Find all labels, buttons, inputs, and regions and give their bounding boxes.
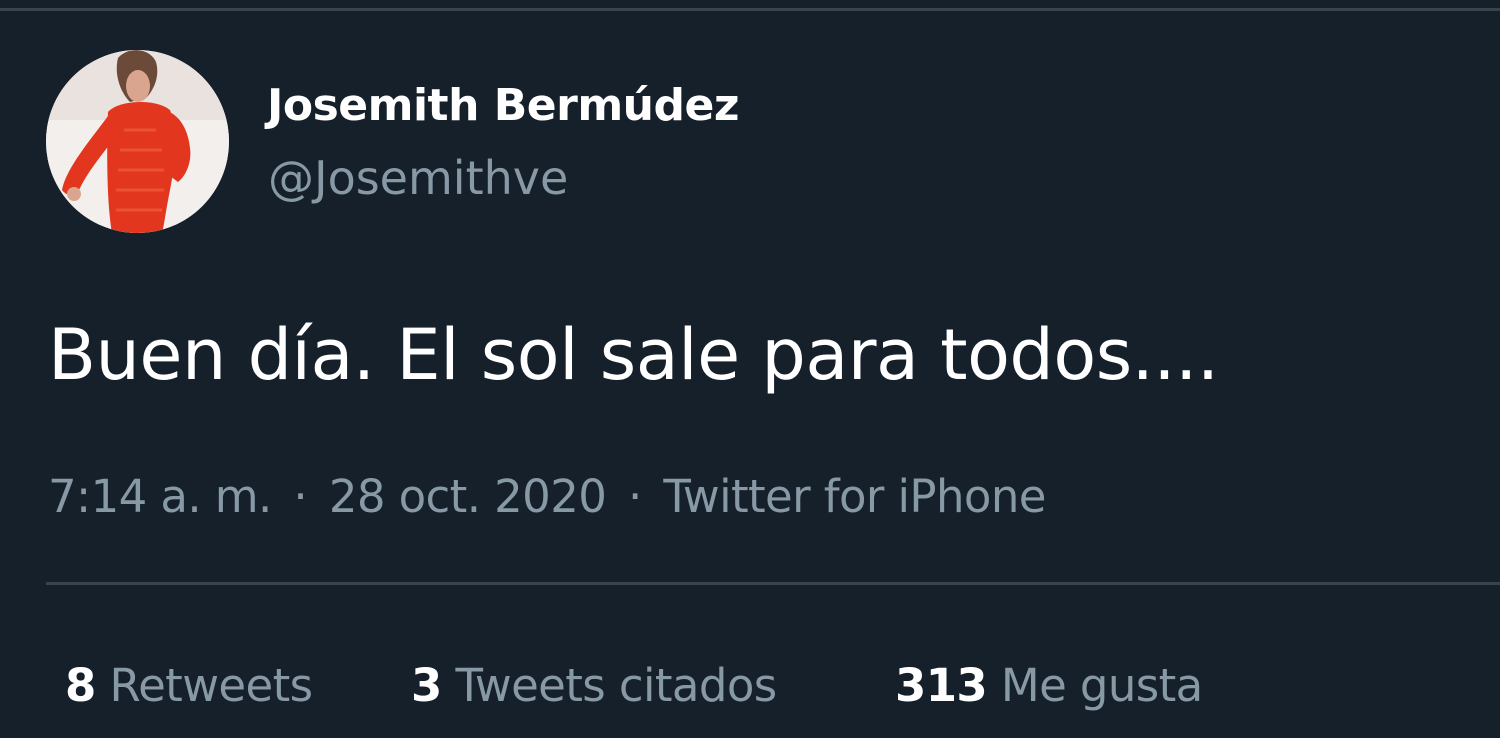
likes-label: Me gusta bbox=[1000, 659, 1203, 712]
avatar[interactable] bbox=[46, 50, 229, 233]
meta-separator: · bbox=[293, 470, 308, 523]
stats-divider bbox=[46, 582, 1500, 585]
tweet-date[interactable]: 28 oct. 2020 bbox=[329, 470, 607, 523]
author-display-name[interactable]: Josemith Bermúdez bbox=[267, 76, 739, 136]
retweets-stat[interactable]: 8 Retweets bbox=[65, 654, 313, 718]
avatar-image bbox=[46, 50, 229, 233]
likes-count: 313 bbox=[895, 659, 988, 712]
tweet-source[interactable]: Twitter for iPhone bbox=[663, 470, 1046, 523]
retweets-label: Retweets bbox=[109, 659, 313, 712]
author-handle[interactable]: @Josemithve bbox=[268, 147, 568, 209]
quotes-stat[interactable]: 3 Tweets citados bbox=[411, 654, 777, 718]
quotes-count: 3 bbox=[411, 659, 442, 712]
top-divider bbox=[0, 8, 1500, 11]
tweet-text: Buen día. El sol sale para todos.... bbox=[48, 314, 1219, 396]
meta-separator: · bbox=[627, 470, 642, 523]
tweet-metadata: 7:14 a. m. · 28 oct. 2020 · Twitter for … bbox=[48, 466, 1046, 528]
likes-stat[interactable]: 313 Me gusta bbox=[895, 654, 1203, 718]
retweets-count: 8 bbox=[65, 659, 96, 712]
quotes-label: Tweets citados bbox=[455, 659, 777, 712]
tweet-time[interactable]: 7:14 a. m. bbox=[48, 470, 272, 523]
